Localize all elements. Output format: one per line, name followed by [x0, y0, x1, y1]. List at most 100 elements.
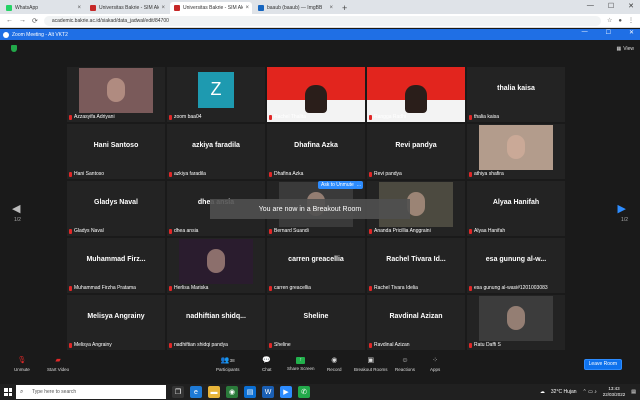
- participant-tile[interactable]: Herlisa Mariska: [167, 238, 265, 293]
- share-screen-button[interactable]: ↑ Share Screen: [287, 353, 315, 375]
- participant-tile[interactable]: Sheline Sheline: [267, 295, 365, 350]
- participant-display-name: Alyaa Hanifah: [492, 199, 540, 206]
- participant-tile[interactable]: Azzasyifa Adriyani: [67, 67, 165, 122]
- participant-tile[interactable]: Revi pandya Revi pandya: [367, 124, 465, 179]
- start-video-button[interactable]: ▰ Start Video: [47, 353, 69, 375]
- participant-name: thalia kaisa: [474, 114, 500, 120]
- participant-tile[interactable]: Hani Santoso Hani Santoso: [67, 124, 165, 179]
- muted-mic-icon: [69, 171, 72, 177]
- menu-icon[interactable]: ⋮: [628, 17, 634, 24]
- tab-close-icon[interactable]: ×: [329, 5, 333, 11]
- participant-tile[interactable]: Gladys Naval Gladys Naval: [67, 181, 165, 236]
- edge-icon[interactable]: e: [190, 386, 202, 398]
- tab-favicon-icon: [174, 5, 180, 11]
- apps-label: Apps: [430, 366, 441, 372]
- minimize-icon[interactable]: —: [582, 29, 588, 36]
- participant-tile[interactable]: Rangga Radhi: [367, 67, 465, 122]
- browser-close-icon[interactable]: ✕: [628, 2, 634, 10]
- notifications-icon[interactable]: ▤: [631, 389, 636, 395]
- profile-icon[interactable]: ●: [618, 18, 622, 24]
- view-button[interactable]: ▦ View: [617, 46, 634, 52]
- reactions-button[interactable]: ☺ Reactions: [395, 353, 415, 375]
- taskbar-clock[interactable]: 13:43 22/03/2022: [603, 386, 626, 398]
- bookmark-icon[interactable]: ☆: [607, 17, 612, 24]
- task-view-icon[interactable]: ❐: [172, 386, 184, 398]
- forward-icon[interactable]: →: [19, 17, 26, 24]
- participant-tile[interactable]: Zzoom baa04: [167, 67, 265, 122]
- participant-tile[interactable]: Rachel Tivara Id... Rachel Tivara Idelia: [367, 238, 465, 293]
- participant-name-label: nadhiftian shidqi pandya: [169, 342, 228, 348]
- reactions-label: Reactions: [395, 366, 416, 372]
- muted-mic-icon: [69, 228, 72, 234]
- tab-close-icon[interactable]: ×: [77, 5, 81, 11]
- chat-label: Chat: [262, 366, 272, 372]
- participant-display-name: azkiya faradila: [192, 142, 240, 149]
- participant-name-label: Dhafina Azka: [269, 171, 303, 177]
- prev-page-icon[interactable]: ◀: [12, 202, 20, 215]
- url-input[interactable]: academic.bakrie.ac.id/siakad/data_jadwal…: [43, 15, 601, 26]
- file-explorer-icon[interactable]: ▬: [208, 386, 220, 398]
- participant-name: Gladys Naval: [74, 228, 104, 234]
- tab-title: WhatsApp: [15, 5, 39, 11]
- new-tab-button[interactable]: +: [342, 2, 347, 14]
- next-page-icon[interactable]: ▶: [618, 202, 626, 215]
- share-screen-icon: ↑: [296, 357, 306, 364]
- participant-video: [179, 239, 253, 284]
- participant-name: athiya shafira: [474, 171, 504, 177]
- zoom-app-icon[interactable]: ▶: [280, 386, 292, 398]
- windows-start-icon[interactable]: [4, 388, 12, 396]
- word-icon[interactable]: W: [262, 386, 274, 398]
- participant-name-label: zoom baa04: [169, 114, 202, 120]
- muted-mic-icon: [369, 114, 372, 120]
- browser-maximize-icon[interactable]: ☐: [608, 2, 614, 10]
- participant-tile[interactable]: athiya shafira: [467, 124, 565, 179]
- taskbar-search-input[interactable]: ⌕ Type here to search: [16, 385, 166, 399]
- browser-tab[interactable]: baaub (baaub) — ImgBB ×: [254, 2, 336, 14]
- participant-tile[interactable]: Rachel Thalita: [267, 67, 365, 122]
- chrome-icon[interactable]: ◉: [226, 386, 238, 398]
- close-icon[interactable]: ✕: [629, 29, 634, 36]
- participant-tile[interactable]: thalia kaisa thalia kaisa: [467, 67, 565, 122]
- participant-tile[interactable]: azkiya faradila azkiya faradila: [167, 124, 265, 179]
- reload-icon[interactable]: ⟳: [32, 17, 38, 25]
- participant-tile[interactable]: Alyaa Hanifah Alyaa Hanifah: [467, 181, 565, 236]
- whatsapp-icon[interactable]: ✆: [298, 386, 310, 398]
- back-icon[interactable]: ←: [6, 17, 13, 24]
- browser-tab[interactable]: WhatsApp ×: [2, 2, 84, 14]
- breakout-rooms-button[interactable]: ▣ Breakout Rooms: [354, 353, 388, 375]
- participant-tile[interactable]: Ratu Daffi S: [467, 295, 565, 350]
- muted-mic-icon: [269, 342, 272, 348]
- chat-button[interactable]: 💬 Chat: [262, 353, 272, 375]
- mic-muted-icon: 🎙: [17, 356, 27, 364]
- participant-tile[interactable]: Dhafina Azka Dhafina Azka: [267, 124, 365, 179]
- participant-tile[interactable]: nadhiftian shidq... nadhiftian shidqi pan…: [167, 295, 265, 350]
- tab-close-icon[interactable]: ×: [161, 5, 165, 11]
- browser-tab[interactable]: Universitas Bakrie - SIM Akademik×: [86, 2, 168, 14]
- participant-tile[interactable]: Melisya Angrainy Melisya Angrainy: [67, 295, 165, 350]
- participant-tile[interactable]: esa gunung al-w... esa gunung al-wasi#120…: [467, 238, 565, 293]
- participants-button[interactable]: 👥38 Participants: [216, 353, 240, 375]
- browser-minimize-icon[interactable]: —: [587, 2, 594, 10]
- system-tray-icons[interactable]: ⌃ ▭ ♪: [583, 389, 597, 395]
- participant-tile[interactable]: Ravdinal Azizan Ravdinal Azizan: [367, 295, 465, 350]
- participant-display-name: Rachel Tivara Id...: [386, 256, 446, 263]
- maximize-icon[interactable]: ☐: [606, 29, 611, 36]
- muted-mic-icon: [469, 114, 472, 120]
- unmute-button[interactable]: 🎙 Unmute: [14, 353, 30, 375]
- leave-room-button[interactable]: Leave Room: [583, 359, 622, 370]
- store-icon[interactable]: ▤: [244, 386, 256, 398]
- more-options-button[interactable]: ...: [355, 181, 363, 189]
- security-shield-icon[interactable]: [11, 45, 17, 52]
- participant-name: carren greacellia: [274, 285, 311, 291]
- participant-tile[interactable]: Muhammad Firz... Muhammad Firzha Pratama: [67, 238, 165, 293]
- share-screen-label: Share Screen: [287, 366, 315, 371]
- ask-to-unmute-button[interactable]: Ask to Unmute: [318, 181, 357, 189]
- zoom-window-title: Zoom Meeting - Alt VKT2: [12, 31, 68, 38]
- participant-face: [507, 135, 525, 159]
- tab-close-icon[interactable]: ×: [245, 5, 249, 11]
- record-button[interactable]: ◉ Record: [327, 353, 342, 375]
- apps-button[interactable]: ⁘ Apps: [430, 353, 440, 375]
- participant-name: Rachel Tivara Idelia: [374, 285, 418, 291]
- participant-tile[interactable]: carren greacellia carren greacellia: [267, 238, 365, 293]
- browser-tab[interactable]: Universitas Bakrie - SIM Akadem...×: [170, 2, 252, 14]
